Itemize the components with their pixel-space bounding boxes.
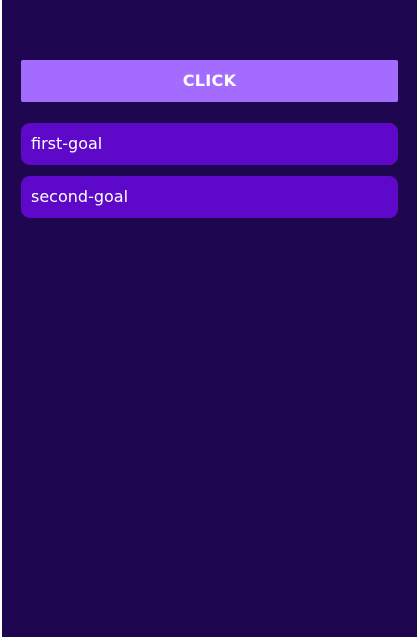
app-screen: CLICK first-goal second-goal	[2, 0, 417, 637]
goal-item-second[interactable]: second-goal	[21, 176, 398, 218]
goal-item-first[interactable]: first-goal	[21, 123, 398, 165]
click-button[interactable]: CLICK	[21, 60, 398, 102]
goal-list: first-goal second-goal	[21, 123, 398, 229]
